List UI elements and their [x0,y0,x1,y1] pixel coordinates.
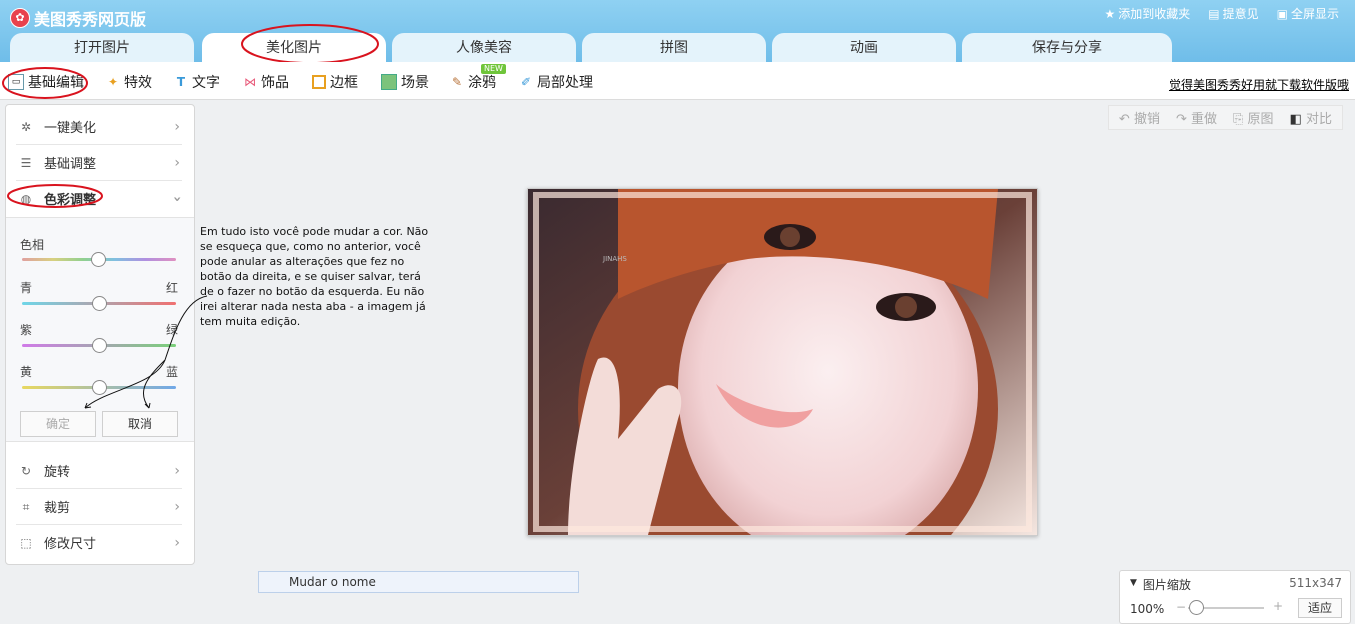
tool-effects[interactable]: ✦ 特效 [106,72,152,92]
chevron-right-icon: › [174,154,180,171]
sidebar-item-basic-adjust[interactable]: ☰ 基础调整 › [16,145,182,181]
app-title: 美图秀秀网页版 [34,10,147,29]
magic-wand-icon: ✦ [107,75,119,89]
sidebar-item-resize[interactable]: ⬚ 修改尺寸 › [16,525,182,560]
zoom-panel: ▼ 图片缩放 511x347 100% − + 适应 [1119,570,1351,624]
tab-portrait[interactable]: 人像美容 [392,33,576,62]
undo-button[interactable]: ↶ 撤销 [1119,108,1160,127]
sidebar-item-crop[interactable]: ⌗ 裁剪 › [16,489,182,525]
filename-text: Mudar o nome [289,575,376,589]
scene-icon [381,74,397,90]
red-circle-annotation [241,24,379,64]
bow-icon: ⋈ [244,75,256,89]
local-edit-icon: ✐ [520,75,532,89]
top-links: ★ 添加到收藏夹 ▤ 提意见 ▣ 全屏显示 [1105,5,1340,22]
sliders-icon: ☰ [20,155,32,170]
original-button[interactable]: ⎘ 原图 [1233,108,1274,127]
feedback-link[interactable]: ▤ 提意见 [1208,5,1258,22]
tab-animation[interactable]: 动画 [772,33,956,62]
tool-text[interactable]: T 文字 [174,72,220,92]
cyan-label: 青 [20,281,33,295]
zoom-out-button[interactable]: − [1176,600,1186,614]
fullscreen-icon: ▣ [1276,6,1288,21]
purple-label: 紫 [20,323,33,337]
red-circle-annotation [2,67,88,99]
photo-watermark: JINAHS [602,255,627,263]
portrait-photo-image: JINAHS [528,189,1037,535]
annotation-arrows [84,295,208,409]
tutorial-annotation: Em tudo isto você pode mudar a cor. Não … [200,225,429,328]
chevron-right-icon: › [174,534,180,551]
download-software-link[interactable]: 觉得美图秀秀好用就下载软件版哦 [1169,76,1349,93]
chevron-right-icon: › [174,462,180,479]
compare-button[interactable]: ◧ 对比 [1290,108,1332,127]
chevron-right-icon: › [174,118,180,135]
tool-bar: ▭ 基础编辑 ✦ 特效 T 文字 ⋈ 饰品 边框 场景 ✎ 涂鸦 NEW ✐ 局部处理 觉得… [0,62,1355,100]
fullscreen-link[interactable]: ▣ 全屏显示 [1277,5,1339,22]
star-icon: ★ [1104,6,1116,21]
collapse-triangle-icon[interactable]: ▼ [1130,576,1137,593]
new-badge: NEW [481,64,506,74]
zoom-slider-handle[interactable] [1189,600,1204,615]
tab-collage[interactable]: 拼图 [582,33,766,62]
chevron-right-icon: › [174,498,180,515]
fit-button[interactable]: 适应 [1298,598,1342,618]
redo-button[interactable]: ↷ 重做 [1176,108,1217,127]
crop-icon: ⌗ [22,499,30,514]
title-bar: ✿ 美图秀秀网页版 ★ 添加到收藏夹 ▤ 提意见 ▣ 全屏显示 打开图片 美化图片 人… [0,0,1355,64]
brush-icon: ✎ [451,75,463,89]
meitu-logo-icon: ✿ [10,8,30,28]
image-size: 511x347 [1289,576,1342,590]
sidebar-item-one-click[interactable]: ✲ 一键美化 › [16,109,182,145]
tool-local-edit[interactable]: ✐ 局部处理 [519,72,593,92]
sidebar-item-rotate[interactable]: ↻ 旋转 › [16,453,182,489]
hue-slider-handle[interactable] [91,252,106,267]
filename-bar[interactable]: Mudar o nome [258,571,579,593]
tool-accessories[interactable]: ⋈ 饰品 [243,72,289,92]
history-actions: ↶ 撤销 ↷ 重做 ⎘ 原图 ◧ 对比 [1107,105,1343,130]
edited-photo: JINAHS [527,188,1038,536]
tool-frame[interactable]: 边框 [312,72,358,92]
tool-graffiti[interactable]: ✎ 涂鸦 [450,72,496,92]
chevron-down-icon: › [169,195,186,202]
one-click-icon: ✲ [20,119,32,134]
red-circle-annotation [7,184,103,208]
zoom-percent: 100% [1130,602,1165,616]
yellow-label: 黄 [20,365,33,379]
chat-icon: ▤ [1208,6,1220,21]
zoom-title: 图片缩放 [1142,578,1191,592]
tool-scene[interactable]: 场景 [381,72,429,92]
resize-icon: ⬚ [20,535,32,550]
tab-save-share[interactable]: 保存与分享 [962,33,1172,62]
rotate-icon: ↻ [20,463,32,478]
tab-open-image[interactable]: 打开图片 [10,33,194,62]
bookmark-link[interactable]: ★ 添加到收藏夹 [1105,5,1191,22]
zoom-in-button[interactable]: + [1273,599,1283,613]
frame-icon [312,75,326,89]
hue-label: 色相 [20,238,45,252]
text-icon: T [176,75,186,89]
